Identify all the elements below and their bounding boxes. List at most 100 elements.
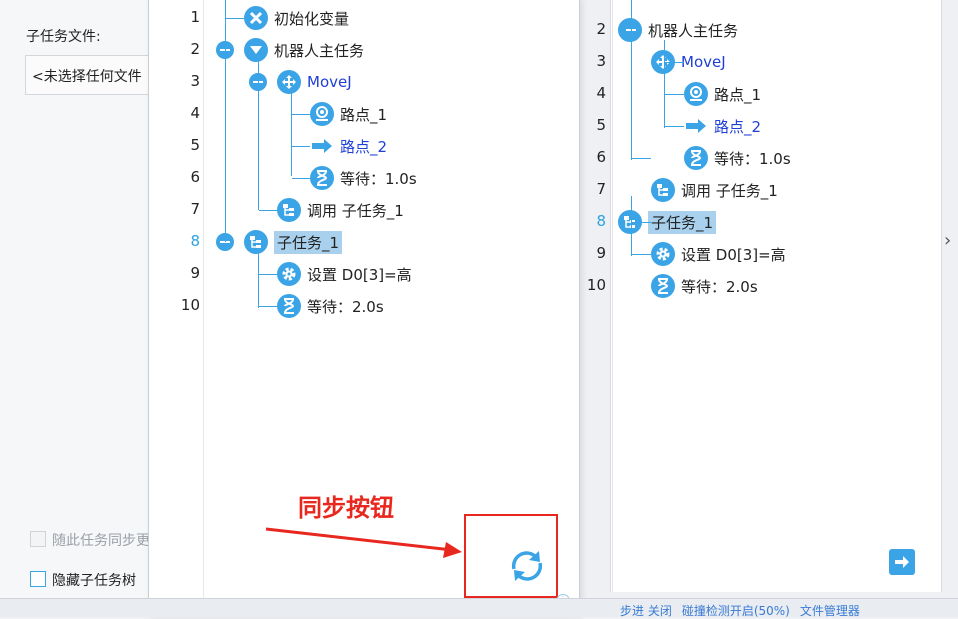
tree-node[interactable]: 调用 子任务_1 <box>277 196 404 224</box>
tree-connector <box>226 18 244 19</box>
tree-connector <box>632 254 651 255</box>
tree-node[interactable]: 等待：2.0s <box>277 292 384 320</box>
sync-icon <box>511 551 543 581</box>
tree-node[interactable]: 路点_2 <box>684 112 761 140</box>
line-number: 3 <box>596 52 606 70</box>
tree-connector <box>258 252 259 308</box>
line-number: 5 <box>190 136 200 154</box>
subtask-icon <box>651 178 675 202</box>
tree-connector <box>631 0 632 160</box>
tree-connector <box>665 62 684 63</box>
tree-node[interactable]: 设置 D0[3]=高 <box>651 240 786 268</box>
tree-connector <box>292 114 310 115</box>
gear-icon <box>277 262 301 286</box>
sync-button[interactable] <box>506 545 548 587</box>
x-icon <box>244 6 268 30</box>
tree-node[interactable]: 等待：1.0s <box>310 164 417 192</box>
line-number: 10 <box>180 296 200 314</box>
tree-node[interactable]: 调用 子任务_1 <box>651 176 778 204</box>
tree-node-label: 子任务_1 <box>274 230 343 254</box>
hourglass-icon <box>277 294 301 318</box>
sync-checkbox[interactable] <box>30 531 46 547</box>
tree-node-label: 路点_1 <box>340 105 388 124</box>
tree-node-label: 路点_2 <box>714 117 762 136</box>
line-number: 7 <box>190 200 200 218</box>
tree-node-label: 机器人主任务 <box>648 21 739 40</box>
tree-node-label: 调用 子任务_1 <box>307 201 404 220</box>
subtask-file-value: <未选择任何文件 <box>32 69 142 85</box>
line-number: 6 <box>596 148 606 166</box>
line-number: 9 <box>596 244 606 262</box>
tree-node[interactable]: 路点_1 <box>310 100 387 128</box>
tree-node-label: MoveJ <box>307 73 352 91</box>
line-number: 8 <box>190 232 200 250</box>
waypoint-icon <box>310 102 334 126</box>
step-close-status[interactable]: 步进 关闭 <box>620 602 672 619</box>
tree-connector <box>259 274 277 275</box>
file-manager-status[interactable]: 文件管理器 <box>800 602 860 619</box>
tree-node[interactable]: 路点_2 <box>310 132 387 160</box>
tree-node[interactable]: 机器人主任务 <box>244 36 364 64</box>
tree-node-label: 机器人主任务 <box>274 41 365 60</box>
arrow-right-icon <box>684 114 708 138</box>
tree-node-label: 子任务_1 <box>648 210 717 234</box>
annotation-label: 同步按钮 <box>298 494 394 522</box>
chevron-right-icon[interactable]: › <box>944 230 951 251</box>
hourglass-icon <box>651 274 675 298</box>
subtask-file-field[interactable]: <未选择任何文件 <box>25 55 167 95</box>
tree-connector <box>665 94 684 95</box>
tree-node-label: 等待：1.0s <box>714 149 791 168</box>
hide-tree-label: 隐藏子任务树 <box>52 573 136 589</box>
tree-connector <box>664 40 665 128</box>
tree-connector <box>665 126 684 127</box>
collision-status[interactable]: 碰撞检测开启(50%) <box>682 602 790 619</box>
sync-checkbox-label: 随此任务同步更 <box>52 533 150 549</box>
tree-node-label: 设置 D0[3]=高 <box>307 265 412 284</box>
subtask-file-label: 子任务文件: <box>26 29 101 45</box>
line-number: 10 <box>586 276 606 294</box>
tree-connector <box>259 210 277 211</box>
waypoint-icon <box>684 82 708 106</box>
hide-tree-checkbox[interactable] <box>30 571 46 587</box>
line-number: 3 <box>190 72 200 90</box>
line-number: 7 <box>596 180 606 198</box>
tree-node-label: 等待：2.0s <box>307 297 384 316</box>
next-arrow-button[interactable] <box>889 549 915 575</box>
line-number: 2 <box>190 40 200 58</box>
tree-connector <box>291 92 292 176</box>
tree-node[interactable]: MoveJ <box>277 68 352 96</box>
tree-connector <box>292 178 310 179</box>
tree-connector <box>632 158 651 159</box>
hourglass-icon <box>684 146 708 170</box>
tree-node[interactable]: 等待：2.0s <box>651 272 758 300</box>
tree-node[interactable]: 初始化变量 <box>244 4 349 32</box>
tree-node-label: 路点_1 <box>714 85 762 104</box>
tree-node-label: 路点_2 <box>340 137 388 156</box>
tree-connector <box>631 196 632 256</box>
annotation-arrow <box>265 527 462 558</box>
tree-connector <box>225 0 226 242</box>
move-icon <box>277 70 301 94</box>
tree-node-label: 初始化变量 <box>274 9 350 28</box>
line-number: 1 <box>190 8 200 26</box>
tree-node-label: 调用 子任务_1 <box>681 181 778 200</box>
tree-node[interactable]: MoveJ <box>651 48 726 76</box>
tree-connector <box>258 60 259 210</box>
line-number: 6 <box>190 168 200 186</box>
hourglass-icon <box>310 166 334 190</box>
line-number: 2 <box>596 20 606 38</box>
status-items: 步进 关闭 碰撞检测开启(50%) 文件管理器 <box>620 602 860 619</box>
tree-node[interactable]: 路点_1 <box>684 80 761 108</box>
tree-connector <box>632 222 651 223</box>
tree-node-label: MoveJ <box>681 53 726 71</box>
line-number: 4 <box>596 84 606 102</box>
line-number: 4 <box>190 104 200 122</box>
tree-node[interactable]: 等待：1.0s <box>684 144 791 172</box>
arrow-right-icon <box>310 134 334 158</box>
tree-node[interactable]: 设置 D0[3]=高 <box>277 260 412 288</box>
tree-node-label: 等待：1.0s <box>340 169 417 188</box>
tree-connector <box>259 306 277 307</box>
subtask-icon <box>277 198 301 222</box>
tree-node-label: 等待：2.0s <box>681 277 758 296</box>
subtask-icon <box>244 230 268 254</box>
